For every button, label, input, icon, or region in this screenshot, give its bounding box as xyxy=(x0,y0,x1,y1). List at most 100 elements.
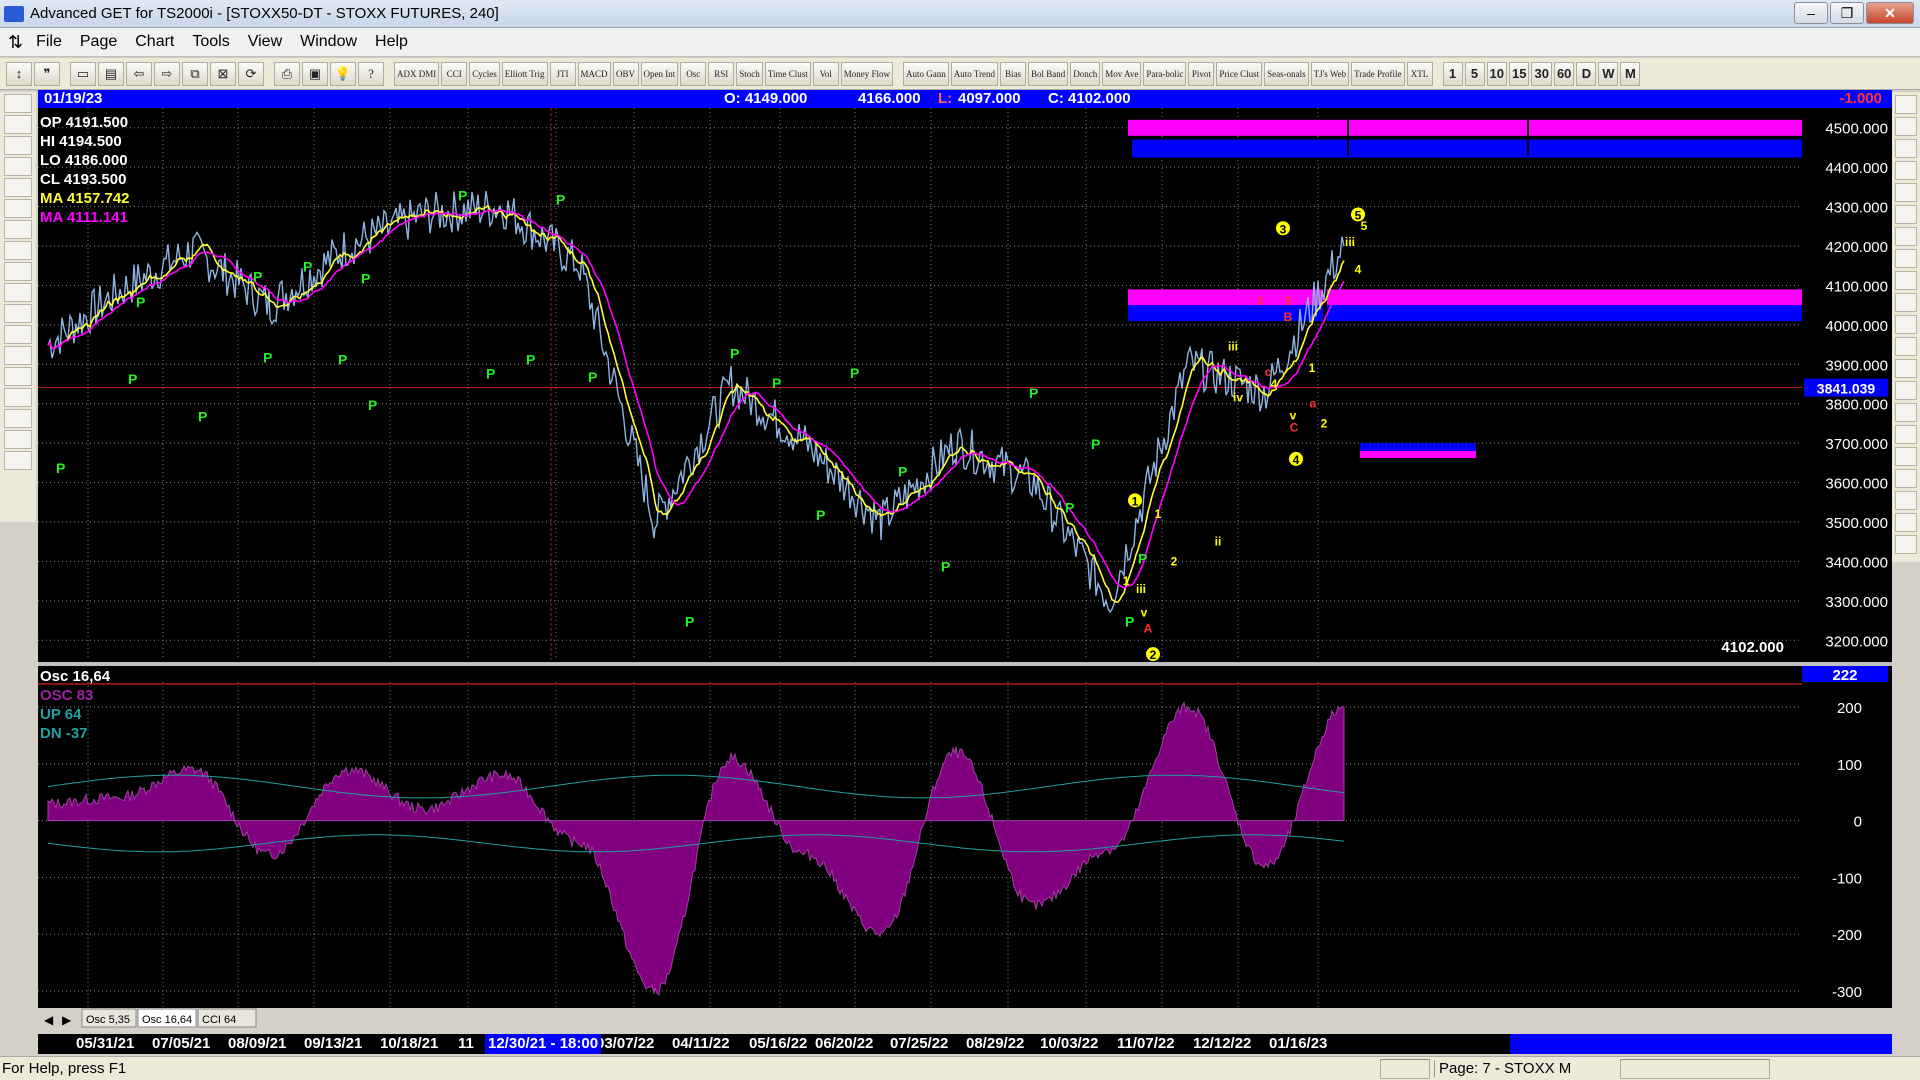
indicator-button-elliott-trig[interactable]: Elliott Trig xyxy=(501,61,548,86)
fib-icon[interactable] xyxy=(4,409,32,428)
channel-icon[interactable] xyxy=(1895,249,1917,268)
close-button[interactable]: ✕ xyxy=(1866,2,1914,24)
indicator-button-osc[interactable]: Osc xyxy=(680,61,707,86)
document-icon[interactable]: ⇅ xyxy=(0,32,27,53)
minimize-button[interactable]: – xyxy=(1794,2,1828,24)
chart-icon[interactable] xyxy=(1895,513,1917,532)
menu-help[interactable]: Help xyxy=(366,33,417,51)
menu-window[interactable]: Window xyxy=(291,33,366,51)
reset-icon[interactable] xyxy=(4,136,32,155)
indicator-button-price-clust[interactable]: Price Clust xyxy=(1216,61,1263,86)
fib-ret-icon[interactable] xyxy=(1895,161,1917,180)
tab-label[interactable]: Osc 16,64 xyxy=(142,1014,192,1026)
indicator-button-seas-onals[interactable]: Seas-onals xyxy=(1264,61,1309,86)
indicator-button-vol[interactable]: Vol xyxy=(812,61,839,86)
mob-icon[interactable] xyxy=(1895,403,1917,422)
study-icon[interactable] xyxy=(4,157,32,176)
scroll-right-icon[interactable]: ▶ xyxy=(62,1013,72,1027)
menu-chart[interactable]: Chart xyxy=(126,33,183,51)
print-icon[interactable]: ⎙ xyxy=(274,61,300,86)
indicator-button-bias[interactable]: Bias xyxy=(1000,61,1027,86)
indicator-button-pivot[interactable]: Pivot xyxy=(1188,61,1215,86)
line-icon[interactable] xyxy=(1895,139,1917,158)
cycle-icon[interactable] xyxy=(1895,315,1917,334)
clipboard-icon[interactable] xyxy=(1895,491,1917,510)
indicator-button-auto-gann[interactable]: Auto Gann xyxy=(903,61,949,86)
down-arrow-icon[interactable] xyxy=(4,220,32,239)
period-button-1[interactable]: 1 xyxy=(1442,61,1463,86)
menu-tools[interactable]: Tools xyxy=(183,33,238,51)
text-icon[interactable] xyxy=(1895,425,1917,444)
compress-icon[interactable] xyxy=(4,115,32,134)
back-icon[interactable]: ⇦ xyxy=(126,61,152,86)
indicator-button-open-int[interactable]: Open Int xyxy=(640,61,679,86)
indicator-button-rsi[interactable]: RSI xyxy=(708,61,735,86)
indicator-button-jti[interactable]: JTI xyxy=(549,61,576,86)
indicator-button-time-clust[interactable]: Time Clust xyxy=(764,61,811,86)
print-icon[interactable] xyxy=(4,451,32,470)
crosshair-icon[interactable] xyxy=(4,430,32,449)
period-button-d[interactable]: D xyxy=(1576,61,1597,86)
brush-icon[interactable] xyxy=(1895,469,1917,488)
preview-icon[interactable]: ▣ xyxy=(302,61,328,86)
period-button-30[interactable]: 30 xyxy=(1531,61,1552,86)
elliott-icon[interactable] xyxy=(4,178,32,197)
left-arrow-icon[interactable] xyxy=(4,241,32,260)
indicator-button-xtl[interactable]: XTL xyxy=(1406,61,1433,86)
wave-icon[interactable] xyxy=(1895,337,1917,356)
open-icon[interactable]: ▤ xyxy=(98,61,124,86)
pitchfork-icon[interactable] xyxy=(1895,117,1917,136)
cursor-icon[interactable]: ↕ xyxy=(6,61,32,86)
forward-icon[interactable]: ⇨ xyxy=(154,61,180,86)
search-icon[interactable] xyxy=(1895,447,1917,466)
grid-icon[interactable] xyxy=(4,346,32,365)
period-button-10[interactable]: 10 xyxy=(1486,61,1507,86)
indicator-button-auto-trend[interactable]: Auto Trend xyxy=(950,61,999,86)
menu-page[interactable]: Page xyxy=(71,33,126,51)
indicator-button-stoch[interactable]: Stoch xyxy=(736,61,763,86)
zoom-icon[interactable] xyxy=(4,325,32,344)
refresh-icon[interactable]: ⟳ xyxy=(238,61,264,86)
expand-icon[interactable] xyxy=(4,304,32,323)
help-cursor-icon[interactable]: ❞ xyxy=(34,61,60,86)
indicator-button-cycles[interactable]: Cycles xyxy=(469,61,500,86)
indicator-button-macd[interactable]: MACD xyxy=(577,61,611,86)
tip-icon[interactable]: 💡 xyxy=(330,61,356,86)
table-icon[interactable] xyxy=(1895,381,1917,400)
indicator-button-donch[interactable]: Donch xyxy=(1070,61,1101,86)
up-arrow-icon[interactable] xyxy=(4,199,32,218)
tab-label[interactable]: CCI 64 xyxy=(202,1014,236,1026)
menu-view[interactable]: View xyxy=(239,33,291,51)
folder-icon[interactable] xyxy=(4,94,32,113)
fib-time-icon[interactable] xyxy=(1895,205,1917,224)
new-page-icon[interactable]: ▭ xyxy=(70,61,96,86)
maximize-button[interactable]: ❐ xyxy=(1830,2,1864,24)
fib-ext-icon[interactable] xyxy=(1895,183,1917,202)
period-button-60[interactable]: 60 xyxy=(1553,61,1575,86)
chart-area[interactable]: 4500.000 4400.000 4300.000 4200.000 4100.000… xyxy=(38,90,1892,1030)
indicator-button-trade-profile[interactable]: Trade Profile xyxy=(1351,61,1405,86)
indicator-button-adx-dmi[interactable]: ADX DMI xyxy=(394,61,440,86)
ellipse-icon[interactable] xyxy=(1895,293,1917,312)
period-button-m[interactable]: M xyxy=(1620,61,1641,86)
right-arrow-icon[interactable] xyxy=(4,262,32,281)
period-button-5[interactable]: 5 xyxy=(1464,61,1485,86)
scroll-left-icon[interactable]: ◀ xyxy=(44,1013,54,1027)
indicator-button-money-flow[interactable]: Money Flow xyxy=(840,61,894,86)
indicator-button-tj-s-web[interactable]: TJ's Web xyxy=(1310,61,1350,86)
indicator-button-cci[interactable]: CCI xyxy=(441,61,468,86)
period-button-15[interactable]: 15 xyxy=(1509,61,1530,86)
chart-bars-icon[interactable] xyxy=(4,283,32,302)
gann-icon[interactable] xyxy=(4,388,32,407)
indicator-button-para-bolic[interactable]: Para-bolic xyxy=(1143,61,1187,86)
tab-label[interactable]: Osc 5,35 xyxy=(86,1014,130,1026)
question-icon[interactable]: ? xyxy=(358,61,384,86)
copy-icon[interactable]: ⧉ xyxy=(182,61,208,86)
swirl-icon[interactable] xyxy=(1895,227,1917,246)
indicator-button-obv[interactable]: OBV xyxy=(612,61,639,86)
menu-file[interactable]: File xyxy=(27,33,71,51)
indicator-button-mov-ave[interactable]: Mov Ave xyxy=(1102,61,1142,86)
period-button-w[interactable]: W xyxy=(1598,61,1619,86)
close-icon[interactable] xyxy=(1895,95,1917,114)
pti-icon[interactable] xyxy=(1895,359,1917,378)
